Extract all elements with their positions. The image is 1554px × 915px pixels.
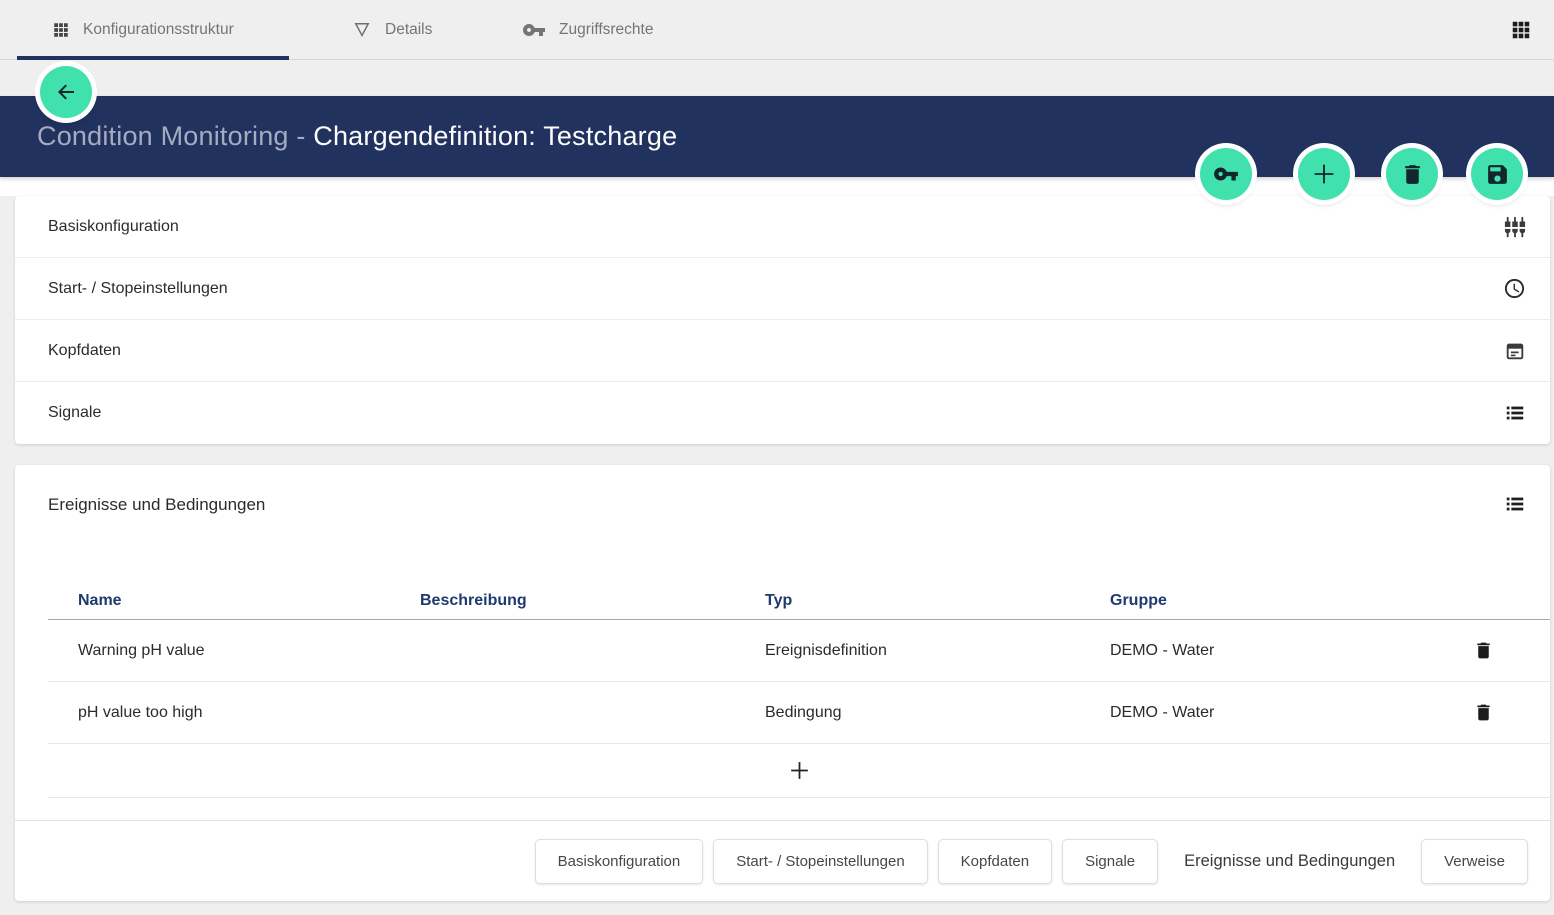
tab-zugriffsrechte[interactable]: Zugriffsrechte	[522, 0, 653, 60]
column-header-name: Name	[48, 592, 390, 610]
cell-gruppe: DEMO - Water	[1080, 704, 1430, 722]
clock-icon	[1503, 277, 1526, 300]
footer-button-kopfdaten[interactable]: Kopfdaten	[938, 839, 1052, 884]
section-label: Kopfdaten	[48, 342, 121, 360]
back-button[interactable]	[40, 66, 92, 118]
key-icon	[522, 18, 546, 42]
tab-details[interactable]: Details	[352, 0, 432, 60]
footer-button-signale[interactable]: Signale	[1062, 839, 1158, 884]
plus-icon	[1310, 160, 1338, 188]
add-row-button[interactable]	[48, 744, 1550, 798]
page-title: Condition Monitoring - Chargendefinition…	[37, 121, 677, 152]
funnel-icon	[352, 20, 372, 40]
tab-konfigurationsstruktur[interactable]: Konfigurationsstruktur	[52, 0, 234, 60]
grid-icon	[52, 21, 70, 39]
cell-typ: Ereignisdefinition	[735, 642, 1080, 660]
apps-grid-icon[interactable]	[1510, 19, 1532, 41]
cell-typ: Bedingung	[735, 704, 1080, 722]
footer-button-start-stopeinstellungen[interactable]: Start- / Stopeinstellungen	[713, 839, 927, 884]
table-row[interactable]: Warning pH value Ereignisdefinition DEMO…	[48, 620, 1550, 682]
footer-button-ereignisse-und-bedingungen[interactable]: Ereignisse und Bedingungen	[1168, 839, 1411, 884]
permissions-button[interactable]	[1200, 148, 1252, 200]
column-header-typ: Typ	[735, 592, 1080, 610]
tab-label: Zugriffsrechte	[559, 21, 653, 39]
events-table-header: Name Beschreibung Typ Gruppe	[48, 583, 1550, 620]
section-label: Basiskonfiguration	[48, 218, 179, 236]
tab-label: Konfigurationsstruktur	[83, 21, 234, 39]
list-icon	[1504, 402, 1526, 424]
row-delete-button[interactable]	[1473, 702, 1494, 723]
arrow-left-icon	[54, 80, 78, 104]
top-tab-bar: Konfigurationsstruktur Details Zugriffsr…	[0, 0, 1554, 60]
trash-icon	[1473, 702, 1494, 723]
page-title-main: Chargendefinition: Testcharge	[313, 121, 677, 151]
trash-icon	[1400, 162, 1425, 187]
sliders-icon	[1504, 216, 1526, 238]
table-row[interactable]: pH value too high Bedingung DEMO - Water	[48, 682, 1550, 744]
tab-label: Details	[385, 21, 432, 39]
configuration-sections-card: Basiskonfiguration Start- / Stopeinstell…	[15, 196, 1550, 444]
calendar-icon	[1504, 340, 1526, 362]
column-header-beschreibung: Beschreibung	[390, 592, 735, 610]
plus-icon	[787, 758, 812, 783]
events-card-title: Ereignisse und Bedingungen	[48, 495, 265, 515]
add-button[interactable]	[1298, 148, 1350, 200]
delete-button[interactable]	[1386, 148, 1438, 200]
section-kopfdaten[interactable]: Kopfdaten	[15, 320, 1550, 382]
footer-button-verweise[interactable]: Verweise	[1421, 839, 1528, 884]
events-conditions-card: Ereignisse und Bedingungen Name Beschrei…	[15, 465, 1550, 901]
cell-gruppe: DEMO - Water	[1080, 642, 1430, 660]
cell-name: Warning pH value	[48, 642, 390, 660]
footer-button-basiskonfiguration[interactable]: Basiskonfiguration	[535, 839, 704, 884]
section-label: Start- / Stopeinstellungen	[48, 280, 228, 298]
section-signale[interactable]: Signale	[15, 382, 1550, 444]
key-icon	[1213, 161, 1239, 187]
section-basiskonfiguration[interactable]: Basiskonfiguration	[15, 196, 1550, 258]
save-button[interactable]	[1471, 148, 1523, 200]
column-header-gruppe: Gruppe	[1080, 592, 1430, 610]
cell-name: pH value too high	[48, 704, 390, 722]
section-label: Signale	[48, 404, 101, 422]
section-start-stopeinstellungen[interactable]: Start- / Stopeinstellungen	[15, 258, 1550, 320]
page-title-prefix: Condition Monitoring -	[37, 121, 313, 151]
list-icon	[1504, 493, 1526, 515]
active-tab-indicator	[17, 56, 289, 60]
events-table: Name Beschreibung Typ Gruppe Warning pH …	[48, 583, 1550, 798]
row-delete-button[interactable]	[1473, 640, 1494, 661]
section-nav-footer: Basiskonfiguration Start- / Stopeinstell…	[15, 821, 1550, 901]
trash-icon	[1473, 640, 1494, 661]
save-icon	[1485, 162, 1510, 187]
